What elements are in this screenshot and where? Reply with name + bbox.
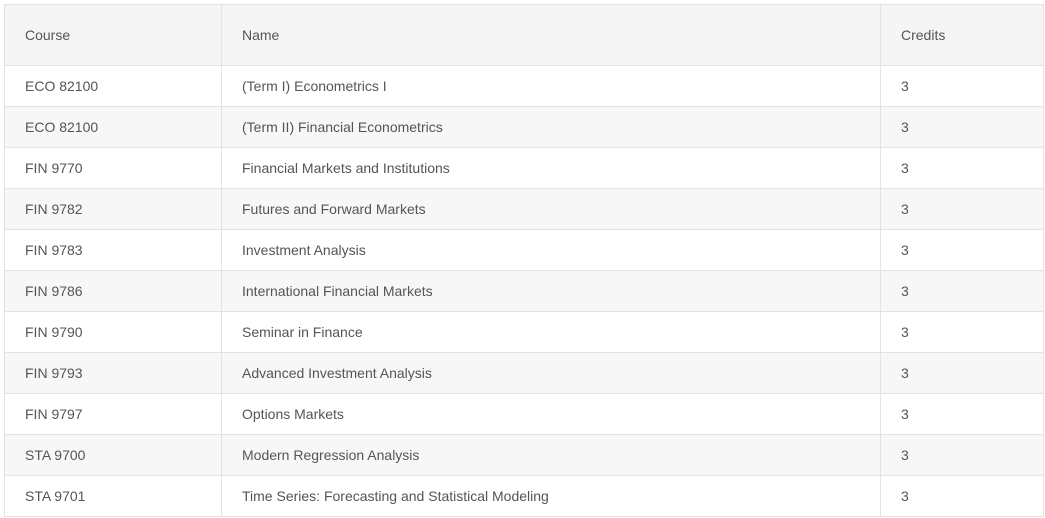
column-header-credits: Credits [880, 4, 1044, 66]
course-name-cell: Time Series: Forecasting and Statistical… [221, 475, 881, 517]
course-name-cell: Investment Analysis [221, 229, 881, 271]
column-header-course: Course [4, 4, 222, 66]
credits-cell: 3 [880, 311, 1044, 353]
table-row: FIN 9770 Financial Markets and Instituti… [4, 147, 1044, 189]
credits-cell: 3 [880, 188, 1044, 230]
credits-cell: 3 [880, 352, 1044, 394]
table-row: ECO 82100 (Term II) Financial Econometri… [4, 106, 1044, 148]
course-name-cell: Modern Regression Analysis [221, 434, 881, 476]
table-body: ECO 82100 (Term I) Econometrics I 3 ECO … [4, 65, 1044, 517]
course-name-cell: Financial Markets and Institutions [221, 147, 881, 189]
course-code-cell: FIN 9786 [4, 270, 222, 312]
course-name-cell: (Term II) Financial Econometrics [221, 106, 881, 148]
course-code-cell: FIN 9770 [4, 147, 222, 189]
course-table-container: Course Name Credits ECO 82100 (Term I) E… [4, 4, 1044, 517]
course-code-cell: STA 9700 [4, 434, 222, 476]
course-code-cell: FIN 9793 [4, 352, 222, 394]
table-row: STA 9701 Time Series: Forecasting and St… [4, 475, 1044, 517]
credits-cell: 3 [880, 270, 1044, 312]
course-code-cell: FIN 9790 [4, 311, 222, 353]
course-code-cell: FIN 9783 [4, 229, 222, 271]
course-name-cell: Options Markets [221, 393, 881, 435]
table-header: Course Name Credits [4, 4, 1044, 66]
course-name-cell: Futures and Forward Markets [221, 188, 881, 230]
course-code-cell: FIN 9782 [4, 188, 222, 230]
header-row: Course Name Credits [4, 4, 1044, 66]
credits-cell: 3 [880, 475, 1044, 517]
course-code-cell: ECO 82100 [4, 106, 222, 148]
table-row: ECO 82100 (Term I) Econometrics I 3 [4, 65, 1044, 107]
course-name-cell: Seminar in Finance [221, 311, 881, 353]
course-table: Course Name Credits ECO 82100 (Term I) E… [4, 4, 1044, 517]
course-name-cell: Advanced Investment Analysis [221, 352, 881, 394]
credits-cell: 3 [880, 106, 1044, 148]
credits-cell: 3 [880, 434, 1044, 476]
course-name-cell: (Term I) Econometrics I [221, 65, 881, 107]
table-row: FIN 9782 Futures and Forward Markets 3 [4, 188, 1044, 230]
course-code-cell: ECO 82100 [4, 65, 222, 107]
credits-cell: 3 [880, 147, 1044, 189]
table-row: STA 9700 Modern Regression Analysis 3 [4, 434, 1044, 476]
table-row: FIN 9786 International Financial Markets… [4, 270, 1044, 312]
course-code-cell: FIN 9797 [4, 393, 222, 435]
table-row: FIN 9797 Options Markets 3 [4, 393, 1044, 435]
credits-cell: 3 [880, 393, 1044, 435]
course-code-cell: STA 9701 [4, 475, 222, 517]
table-row: FIN 9790 Seminar in Finance 3 [4, 311, 1044, 353]
course-name-cell: International Financial Markets [221, 270, 881, 312]
credits-cell: 3 [880, 229, 1044, 271]
column-header-name: Name [221, 4, 881, 66]
table-row: FIN 9783 Investment Analysis 3 [4, 229, 1044, 271]
table-row: FIN 9793 Advanced Investment Analysis 3 [4, 352, 1044, 394]
credits-cell: 3 [880, 65, 1044, 107]
